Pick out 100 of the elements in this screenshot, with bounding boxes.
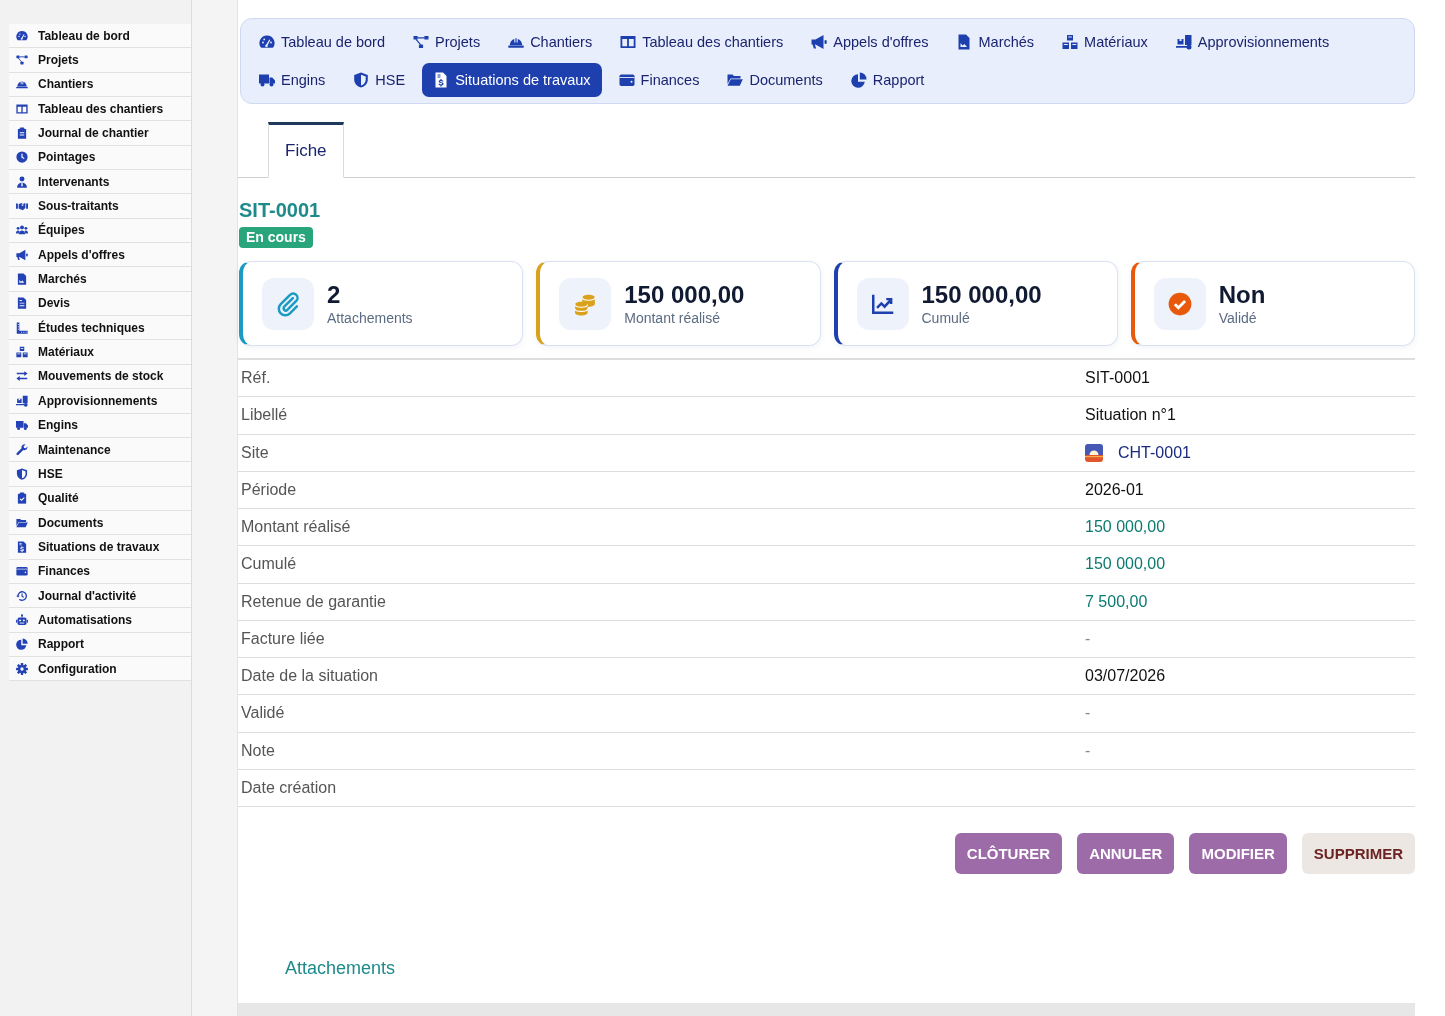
edit-button[interactable]: MODIFIER [1189,833,1287,874]
sidebar-item[interactable]: Études techniques [9,316,191,341]
sidebar-item[interactable]: Équipes [9,218,191,244]
nav-link[interactable]: Finances [607,63,711,97]
nav-link[interactable]: Tableau de bord [248,25,396,59]
sidebar-item[interactable]: Tableau des chantiers [9,97,191,122]
field-value: 150 000,00 [1085,518,1166,537]
settings-icon [16,662,28,675]
stat-label: Montant réalisé [624,308,721,327]
nav-link[interactable]: Marchés [945,25,1046,59]
sidebar-item[interactable]: Sous-traitants [9,194,191,219]
sidebar-item[interactable]: Automatisations [9,608,191,633]
record-title: SIT-0001 [239,198,322,222]
stat-value: 150 000,00 [921,280,1042,309]
sidebar-item[interactable]: Chantiers [9,72,191,98]
sidebar-item[interactable]: Rapport [9,632,191,657]
field-label: Date de la situation [241,667,379,686]
columns-icon [16,102,28,115]
sidebar-item[interactable]: Finances [9,559,191,584]
dolly-icon [1175,34,1192,50]
nav-link[interactable]: Projets [402,25,492,59]
cancel-button[interactable]: ANNULER [1077,833,1175,874]
field-value: 03/07/2026 [1085,667,1166,686]
sidebar-item[interactable]: Maintenance [9,437,191,463]
field-value: - [1085,741,1091,760]
arrows-icon [16,370,28,383]
section-heading: Attachements [285,957,397,979]
line-chart-icon [856,277,909,330]
shield-icon [16,467,28,480]
sidebar-item[interactable]: Pointages [9,145,191,171]
nav-link[interactable]: Rapport [839,63,936,97]
field-label: Réf. [241,369,272,388]
nav-link[interactable]: Approvisionnements [1164,25,1341,59]
document-icon [16,297,28,310]
sidebar-item[interactable]: Intervenants [9,170,191,195]
folder-icon [727,72,744,88]
stat-label: Validé [1218,308,1258,327]
nav-link[interactable]: Chantiers [497,25,604,59]
finalize-button[interactable]: CLÔTURER [954,833,1063,874]
pie-chart-icon [850,72,867,88]
field-value: Situation n°1 [1085,406,1176,425]
sidebar-item[interactable]: Devis [9,291,191,317]
cubes-icon [1062,34,1079,50]
stat-value: 2 [327,280,342,309]
sidebar-item[interactable]: Documents [9,510,191,536]
invoice-icon [16,540,28,553]
nav-link[interactable]: Engins [248,63,337,97]
sidebar-item[interactable]: Matériaux [9,340,191,365]
nav-link[interactable]: HSE [342,63,417,97]
dolly-icon [16,394,28,407]
sidebar-item[interactable]: Tableau de bord [9,24,191,49]
field-value: SIT-0001 [1085,369,1150,388]
delete-button[interactable]: SUPPRIMER [1301,833,1415,874]
handshake-icon [16,200,28,213]
field-label: Période [241,480,298,499]
sidebar-item[interactable]: Appels d'offres [9,243,191,268]
coins-icon [559,277,612,330]
site-link[interactable]: CHT-0001 [1118,443,1191,462]
nav-link[interactable]: Documents [716,63,834,97]
truck-icon [16,419,28,432]
sidebar-item[interactable]: Mouvements de stock [9,364,191,390]
shield-icon [353,72,370,88]
document-icon [16,273,28,286]
field-value: - [1085,704,1091,723]
pie-chart-icon [16,638,28,651]
group-icon [16,224,28,237]
truck-icon [259,72,275,88]
field-value: 2026-01 [1085,480,1144,499]
cubes-icon [16,346,28,359]
sidebar-item[interactable]: Situations de travaux [9,535,191,560]
field-label: Note [241,741,276,760]
invoice-icon [433,72,450,88]
wallet-icon [16,565,28,578]
sidebar-item[interactable]: Marchés [9,267,191,292]
sidebar-item[interactable]: Projets [9,48,191,73]
sidebar-item[interactable]: Engins [9,413,191,438]
stat-label: Cumulé [921,308,971,327]
sidebar-item[interactable]: Approvisionnements [9,389,191,414]
nav-link[interactable]: Appels d'offres [800,25,940,59]
field-value: 7 500,00 [1085,592,1148,611]
megaphone-icon [16,248,28,261]
tab[interactable]: Fiche [268,122,344,178]
nav-link[interactable]: Tableau des chantiers [609,25,795,59]
field-label: Site [241,443,270,462]
megaphone-icon [811,34,828,50]
sidebar-item[interactable]: Journal de chantier [9,121,191,146]
sidebar-item[interactable]: Configuration [9,656,191,682]
stat-value: 150 000,00 [624,280,745,309]
nav-link[interactable]: Situations de travaux [422,63,602,97]
document-icon [956,34,973,50]
gauge-icon [16,29,28,42]
network-icon [16,54,28,66]
stat-value: Non [1218,280,1266,309]
sidebar-item[interactable]: Journal d'activité [9,583,191,609]
field-label: Montant réalisé [241,518,352,537]
nav-link[interactable]: Matériaux [1051,25,1159,59]
ruler-icon [16,321,28,334]
sidebar-item[interactable]: Qualité [9,486,191,511]
sidebar-item[interactable]: HSE [9,462,191,487]
robot-icon [16,613,28,626]
